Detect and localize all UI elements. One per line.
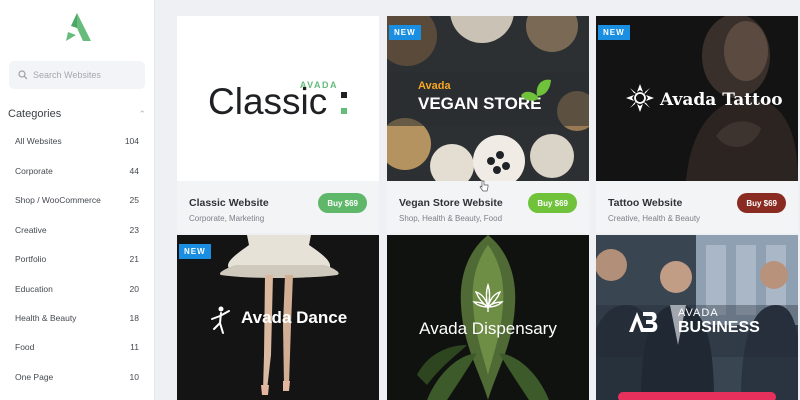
dispensary-thumb-main: Avada Dispensary — [419, 319, 557, 338]
card-business[interactable]: AVADA BUSINESS — [596, 235, 798, 400]
card-thumbnail[interactable]: AVADA Classic — [177, 16, 379, 181]
tattoo-preview-image: Avada Tattoo — [596, 16, 798, 181]
category-food[interactable]: Food 11 — [15, 335, 139, 359]
card-tattoo[interactable]: Avada Tattoo NEW Tattoo Website Creative… — [596, 16, 798, 233]
category-count: 104 — [124, 136, 139, 146]
card-tags: Corporate, Marketing — [189, 214, 265, 223]
card-thumbnail[interactable]: Avada Tattoo NEW — [596, 16, 798, 181]
card-thumbnail[interactable]: Avada Dispensary — [387, 235, 589, 400]
category-count: 11 — [130, 342, 139, 352]
dispensary-preview-image: Avada Dispensary — [387, 235, 589, 400]
buy-button[interactable]: Buy $69 — [528, 193, 577, 213]
card-title[interactable]: Classic Website — [189, 197, 269, 209]
category-count: 23 — [129, 225, 139, 235]
category-education[interactable]: Education 20 — [15, 277, 139, 301]
category-label: Corporate — [15, 166, 53, 176]
category-label: Creative — [15, 225, 47, 235]
card-title[interactable]: Tattoo Website — [608, 197, 682, 209]
vegan-thumb-top: Avada — [418, 80, 451, 92]
category-count: 44 — [129, 166, 139, 176]
category-label: All Websites — [15, 136, 62, 146]
category-portfolio[interactable]: Portfolio 21 — [15, 247, 139, 271]
card-info: Tattoo Website Creative, Health & Beauty… — [596, 181, 798, 233]
search-input[interactable] — [33, 70, 143, 80]
categories-header[interactable]: Categories ⌃ — [8, 106, 146, 122]
category-creative[interactable]: Creative 23 — [15, 218, 139, 242]
hand-cursor-icon — [479, 180, 489, 192]
search-box[interactable] — [9, 61, 145, 89]
search-icon — [18, 70, 28, 80]
new-badge: NEW — [598, 25, 630, 40]
category-label: Shop / WooCommerce — [15, 195, 101, 205]
card-tags: Shop, Health & Beauty, Food — [399, 214, 503, 223]
new-badge: NEW — [179, 244, 211, 259]
category-count: 25 — [129, 195, 139, 205]
tattoo-thumb-main: Avada Tattoo — [659, 90, 783, 110]
category-count: 20 — [129, 284, 139, 294]
card-tags: Creative, Health & Beauty — [608, 214, 701, 223]
classic-thumb-main: Classic — [208, 81, 327, 122]
card-info: Classic Website Corporate, Marketing Buy… — [177, 181, 379, 233]
category-label: Food — [15, 342, 35, 352]
category-count: 18 — [129, 313, 139, 323]
category-label: Health & Beauty — [15, 313, 77, 323]
card-vegan-store[interactable]: Avada VEGAN STORE NEW Vegan Store Websit… — [387, 16, 589, 233]
category-label: One Page — [15, 372, 54, 382]
new-badge: NEW — [389, 25, 421, 40]
sidebar: Categories ⌃ All Websites 104 Corporate 44… — [0, 0, 155, 400]
category-health-beauty[interactable]: Health & Beauty 18 — [15, 306, 139, 330]
dance-preview-image: Avada Dance — [177, 235, 379, 400]
vegan-preview-image: Avada VEGAN STORE — [387, 16, 589, 181]
card-thumbnail[interactable]: AVADA BUSINESS — [596, 235, 798, 400]
buy-button[interactable]: Buy $69 — [318, 193, 367, 213]
classic-preview-image: AVADA Classic — [208, 80, 347, 122]
card-dance[interactable]: Avada Dance NEW — [177, 235, 379, 400]
dance-thumb-main: Avada Dance — [241, 308, 347, 327]
category-count: 10 — [129, 372, 139, 382]
card-thumbnail[interactable]: Avada Dance NEW — [177, 235, 379, 400]
category-corporate[interactable]: Corporate 44 — [15, 159, 139, 183]
card-title[interactable]: Vegan Store Website — [399, 197, 503, 209]
category-count: 21 — [129, 254, 139, 264]
category-one-page[interactable]: One Page 10 — [15, 365, 139, 389]
chevron-up-icon[interactable]: ⌃ — [138, 109, 146, 120]
business-thumb-main: BUSINESS — [678, 319, 760, 336]
card-classic[interactable]: AVADA Classic Classic Website Corporate,… — [177, 16, 379, 233]
category-shop[interactable]: Shop / WooCommerce 25 — [15, 188, 139, 212]
business-preview-image: AVADA BUSINESS — [596, 235, 798, 400]
category-label: Portfolio — [15, 254, 47, 264]
category-label: Education — [15, 284, 53, 294]
category-all-websites[interactable]: All Websites 104 — [15, 129, 139, 153]
business-thumb-top: AVADA — [678, 307, 719, 319]
categories-title: Categories — [8, 108, 62, 120]
card-dispensary[interactable]: Avada Dispensary — [387, 235, 589, 400]
card-thumbnail[interactable]: Avada VEGAN STORE NEW — [387, 16, 589, 181]
avada-logo-icon[interactable] — [62, 12, 92, 42]
buy-button[interactable]: Buy $69 — [737, 193, 786, 213]
